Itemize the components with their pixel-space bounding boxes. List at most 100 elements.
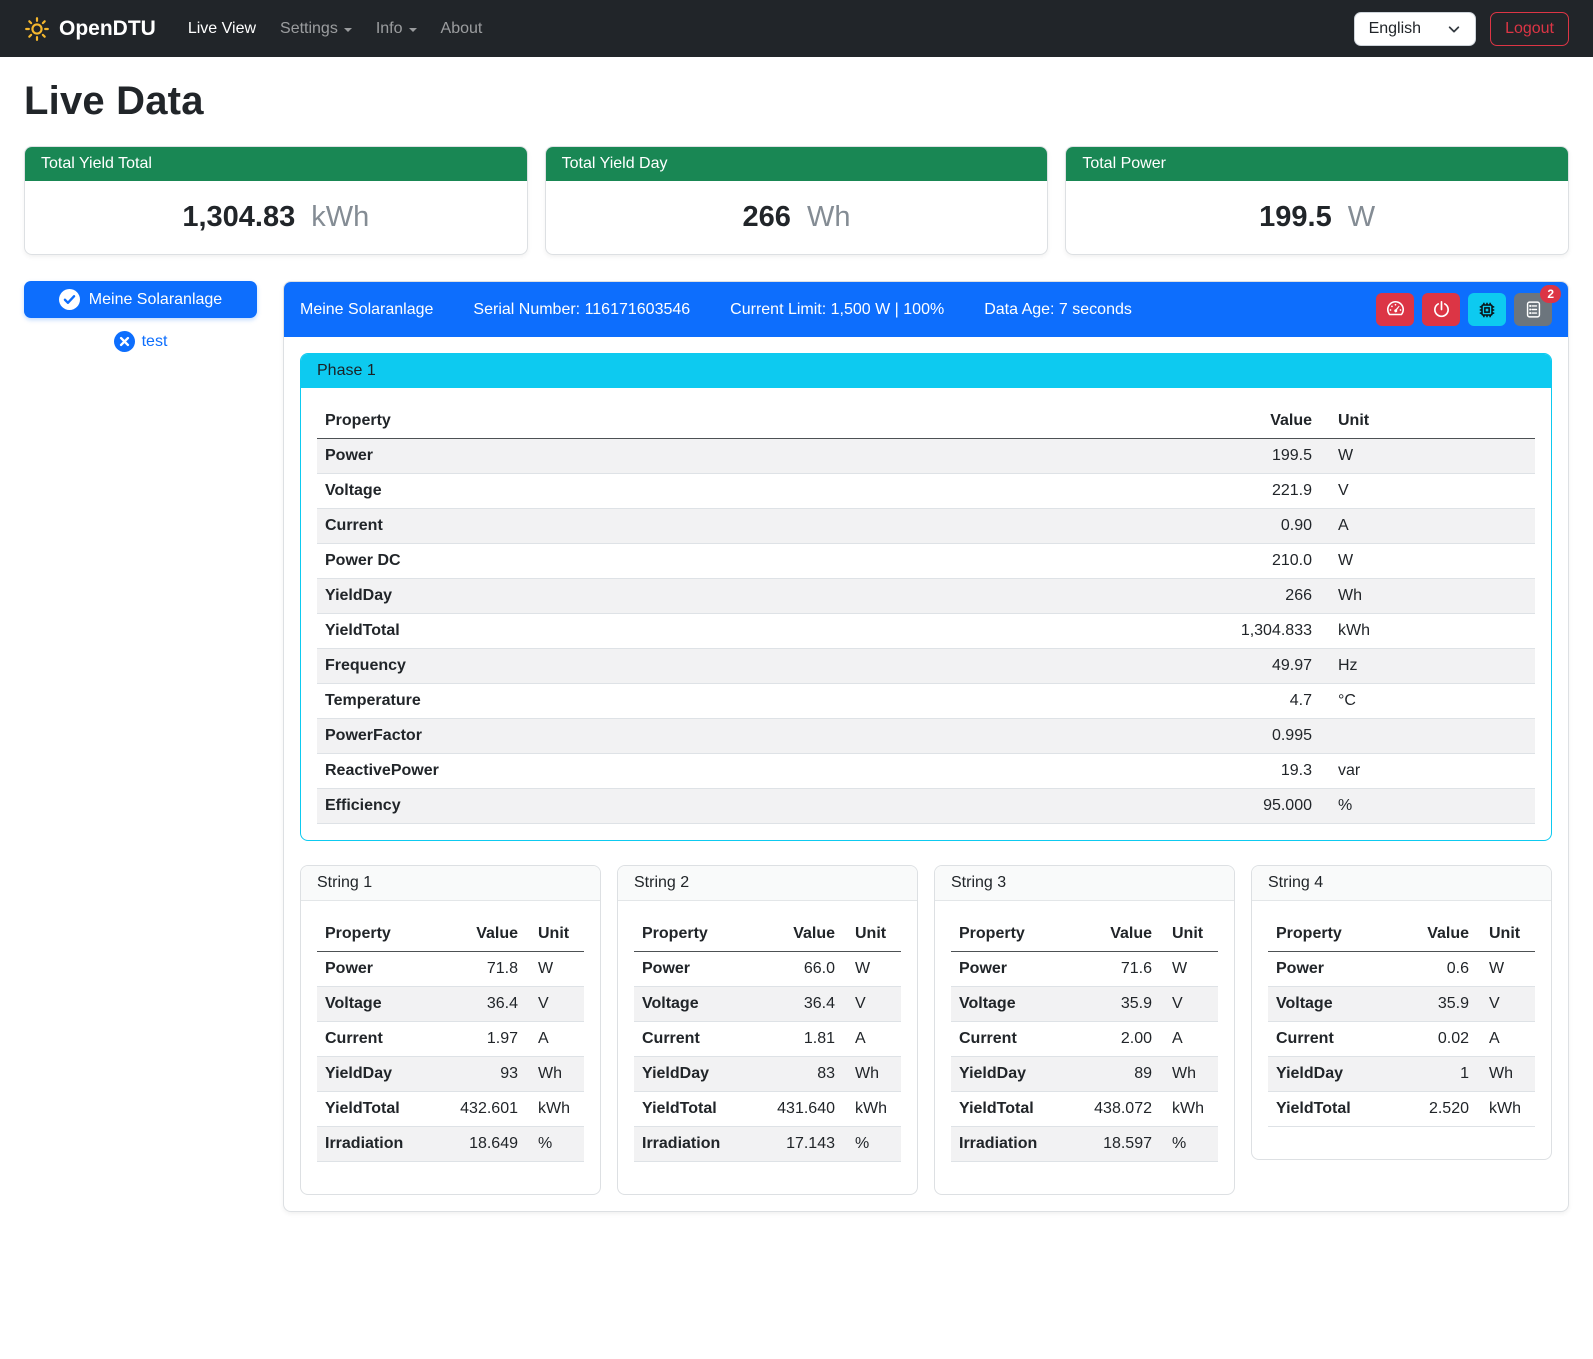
unit-cell: W — [1320, 439, 1535, 474]
limit-settings-button[interactable] — [1376, 293, 1414, 326]
unit-cell: % — [843, 1127, 901, 1162]
property-cell: YieldDay — [317, 579, 1170, 614]
card-value: 199.5 — [1259, 201, 1332, 233]
summary-cards: Total Yield Total 1,304.83 kWh Total Yie… — [24, 146, 1569, 255]
nav-item-label: Info — [376, 20, 403, 38]
table-row: Efficiency95.000% — [317, 789, 1535, 824]
unit-cell: W — [843, 952, 901, 987]
table-header-row: Property Value Unit — [317, 404, 1535, 439]
unit-cell: kWh — [843, 1092, 901, 1127]
value-cell: 2.00 — [1068, 1022, 1160, 1057]
table-row: Current0.02A — [1268, 1022, 1535, 1057]
unit-cell: V — [1477, 987, 1535, 1022]
language-select[interactable]: English — [1354, 12, 1476, 46]
value-cell: 2.520 — [1385, 1092, 1477, 1127]
total-yield-day-card: Total Yield Day 266 Wh — [545, 146, 1049, 255]
value-cell: 66.0 — [751, 952, 843, 987]
check-circle-icon — [59, 289, 80, 310]
event-log-button[interactable]: 2 — [1514, 293, 1552, 326]
property-cell: Irradiation — [951, 1127, 1068, 1162]
nav-item-settings[interactable]: Settings — [272, 12, 360, 46]
property-cell: YieldDay — [634, 1057, 751, 1092]
brand[interactable]: OpenDTU — [24, 16, 156, 42]
card-value: 266 — [743, 201, 791, 233]
value-cell: 0.995 — [1170, 719, 1320, 754]
property-cell: Voltage — [634, 987, 751, 1022]
nav-item-live-view[interactable]: Live View — [180, 12, 264, 46]
table-row: YieldDay89Wh — [951, 1057, 1218, 1092]
column-header-value: Value — [1385, 917, 1477, 952]
property-cell: Power — [317, 439, 1170, 474]
card-body: 1,304.83 kWh — [25, 181, 527, 254]
table-row: Voltage35.9V — [951, 987, 1218, 1022]
nav-item-about[interactable]: About — [433, 12, 491, 46]
value-cell: 432.601 — [434, 1092, 526, 1127]
power-button[interactable] — [1422, 293, 1460, 326]
property-cell: Current — [634, 1022, 751, 1057]
property-cell: YieldDay — [1268, 1057, 1385, 1092]
card-body: 266 Wh — [546, 181, 1048, 254]
nav-item-info[interactable]: Info — [368, 12, 425, 46]
string-3-panel: String 3 Property Value Unit — [934, 865, 1235, 1195]
column-header-unit: Unit — [526, 917, 584, 952]
value-cell: 71.6 — [1068, 952, 1160, 987]
card-body: 199.5 W — [1066, 181, 1568, 254]
string-1-panel: String 1 Property Value Unit — [300, 865, 601, 1195]
property-cell: Current — [951, 1022, 1068, 1057]
inverter-item-test[interactable]: test — [24, 331, 257, 352]
property-cell: Voltage — [317, 987, 434, 1022]
inverter-panel-header: Meine Solaranlage Serial Number: 1161716… — [284, 282, 1568, 337]
property-cell: Efficiency — [317, 789, 1170, 824]
table-row: Power0.6W — [1268, 952, 1535, 987]
property-cell: Irradiation — [317, 1127, 434, 1162]
string-data-table: Property Value Unit Power71.8WVoltage36.… — [317, 917, 584, 1162]
card-unit: kWh — [311, 201, 369, 233]
logout-button[interactable]: Logout — [1490, 12, 1569, 46]
property-cell: Power — [634, 952, 751, 987]
unit-cell: A — [1320, 509, 1535, 544]
table-row: YieldDay266Wh — [317, 579, 1535, 614]
value-cell: 93 — [434, 1057, 526, 1092]
inverter-name: Meine Solaranlage — [89, 291, 222, 309]
table-row: PowerFactor0.995 — [317, 719, 1535, 754]
table-header-row: Property Value Unit — [317, 917, 584, 952]
device-info-button[interactable] — [1468, 293, 1506, 326]
value-cell: 49.97 — [1170, 649, 1320, 684]
table-row: Voltage36.4V — [317, 987, 584, 1022]
card-title: Total Yield Day — [546, 147, 1048, 181]
value-cell: 36.4 — [751, 987, 843, 1022]
inverter-meta: Meine Solaranlage Serial Number: 1161716… — [300, 301, 1132, 319]
card-unit: Wh — [807, 201, 851, 233]
property-cell: ReactivePower — [317, 754, 1170, 789]
string-2-panel: String 2 Property Value Unit — [617, 865, 918, 1195]
value-cell: 0.02 — [1385, 1022, 1477, 1057]
value-cell: 1 — [1385, 1057, 1477, 1092]
unit-cell: A — [1477, 1022, 1535, 1057]
string-panel-title: String 2 — [618, 866, 917, 901]
unit-cell: A — [526, 1022, 584, 1057]
table-row: Power66.0W — [634, 952, 901, 987]
current-limit: Current Limit: 1,500 W | 100% — [730, 301, 944, 319]
table-row: Irradiation18.649% — [317, 1127, 584, 1162]
inverter-select-button[interactable]: Meine Solaranlage — [24, 281, 257, 318]
nav-item-label: Settings — [280, 20, 338, 38]
inverter-panel: Meine Solaranlage Serial Number: 1161716… — [283, 281, 1569, 1212]
property-cell: YieldTotal — [1268, 1092, 1385, 1127]
value-cell: 19.3 — [1170, 754, 1320, 789]
column-header-property: Property — [1268, 917, 1385, 952]
string-data-table: Property Value Unit Power71.6WVoltage35.… — [951, 917, 1218, 1162]
phase-data-table: Property Value Unit Power199.5WVoltage22… — [317, 404, 1535, 824]
total-yield-total-card: Total Yield Total 1,304.83 kWh — [24, 146, 528, 255]
unit-cell: kWh — [1320, 614, 1535, 649]
table-row: Current1.81A — [634, 1022, 901, 1057]
unit-cell: V — [1320, 474, 1535, 509]
table-row: YieldTotal438.072kWh — [951, 1092, 1218, 1127]
inverter-actions: 2 — [1376, 293, 1552, 326]
table-row: Current2.00A — [951, 1022, 1218, 1057]
value-cell: 438.072 — [1068, 1092, 1160, 1127]
language-select-value: English — [1369, 20, 1421, 38]
property-cell: YieldDay — [951, 1057, 1068, 1092]
value-cell: 18.649 — [434, 1127, 526, 1162]
value-cell: 18.597 — [1068, 1127, 1160, 1162]
table-row: Power71.6W — [951, 952, 1218, 987]
